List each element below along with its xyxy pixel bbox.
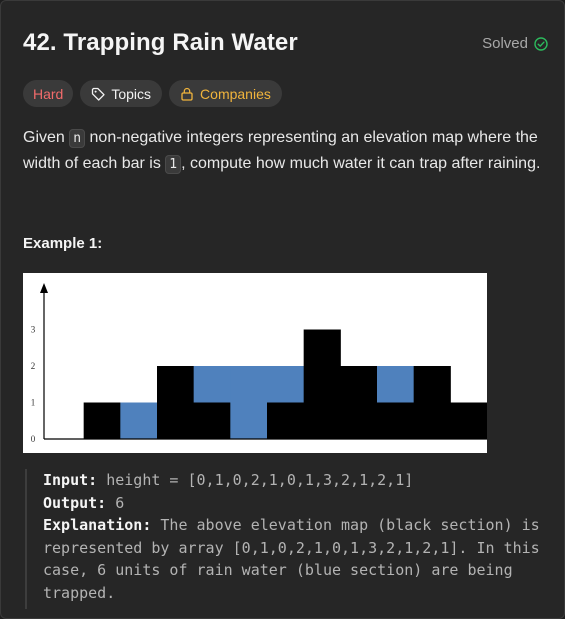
tag-row: Hard Topics Companies <box>23 80 282 107</box>
check-circle-icon <box>534 36 548 51</box>
tag-icon <box>92 87 106 101</box>
problem-title: 42. Trapping Rain Water <box>23 29 298 56</box>
inline-code-1: 1 <box>165 155 182 174</box>
elevation-bar <box>157 366 195 439</box>
y-tick-label: 1 <box>31 398 36 408</box>
water-block <box>267 366 305 403</box>
companies-button[interactable]: Companies <box>169 80 282 107</box>
topics-button[interactable]: Topics <box>80 80 163 107</box>
example-explanation: Explanation: The above elevation map (bl… <box>43 514 545 604</box>
elevation-bar <box>377 402 415 439</box>
difficulty-label: Hard <box>33 85 64 102</box>
water-block <box>193 366 231 403</box>
description-text: , compute how much water it can trap aft… <box>181 155 541 172</box>
solved-label: Solved <box>482 35 528 52</box>
companies-label: Companies <box>200 85 271 102</box>
description-text: Given <box>23 129 70 146</box>
elevation-bar <box>340 366 378 439</box>
elevation-bar <box>83 402 121 439</box>
elevation-bar <box>303 329 341 439</box>
input-label: Input: <box>43 471 98 489</box>
output-label: Output: <box>43 493 107 512</box>
lock-icon <box>181 87 193 101</box>
elevation-bar <box>193 402 231 439</box>
topics-label: Topics <box>111 85 152 102</box>
water-block <box>230 366 268 439</box>
output-value: 6 <box>115 493 125 512</box>
elevation-bar <box>450 402 487 439</box>
problem-description-panel: 42. Trapping Rain Water Solved Hard Topi… <box>0 0 565 619</box>
y-tick-label: 2 <box>31 361 36 371</box>
difficulty-badge[interactable]: Hard <box>23 80 74 107</box>
inline-code-n: n <box>69 129 86 148</box>
input-value: height = [0,1,0,2,1,0,1,3,2,1,2,1] <box>106 471 414 489</box>
example-input-line: Input: height = [0,1,0,2,1,0,1,3,2,1,2,1… <box>43 469 545 492</box>
elevation-bar <box>267 402 305 439</box>
example-output-line: Output: 6 <box>43 492 545 515</box>
y-tick-label: 3 <box>31 325 36 335</box>
explanation-label: Explanation: <box>43 516 152 534</box>
water-block <box>120 402 158 439</box>
water-block <box>377 366 415 403</box>
example-title: Example 1: <box>23 235 103 252</box>
y-tick-label: 0 <box>31 434 36 444</box>
elevation-map-chart: 0 1 2 3 <box>23 273 487 453</box>
solved-status: Solved <box>482 35 548 52</box>
y-axis-arrow <box>40 283 48 293</box>
problem-description: Given n non-negative integers representi… <box>23 125 548 177</box>
example-block: Input: height = [0,1,0,2,1,0,1,3,2,1,2,1… <box>25 469 545 609</box>
elevation-bar <box>413 366 451 439</box>
